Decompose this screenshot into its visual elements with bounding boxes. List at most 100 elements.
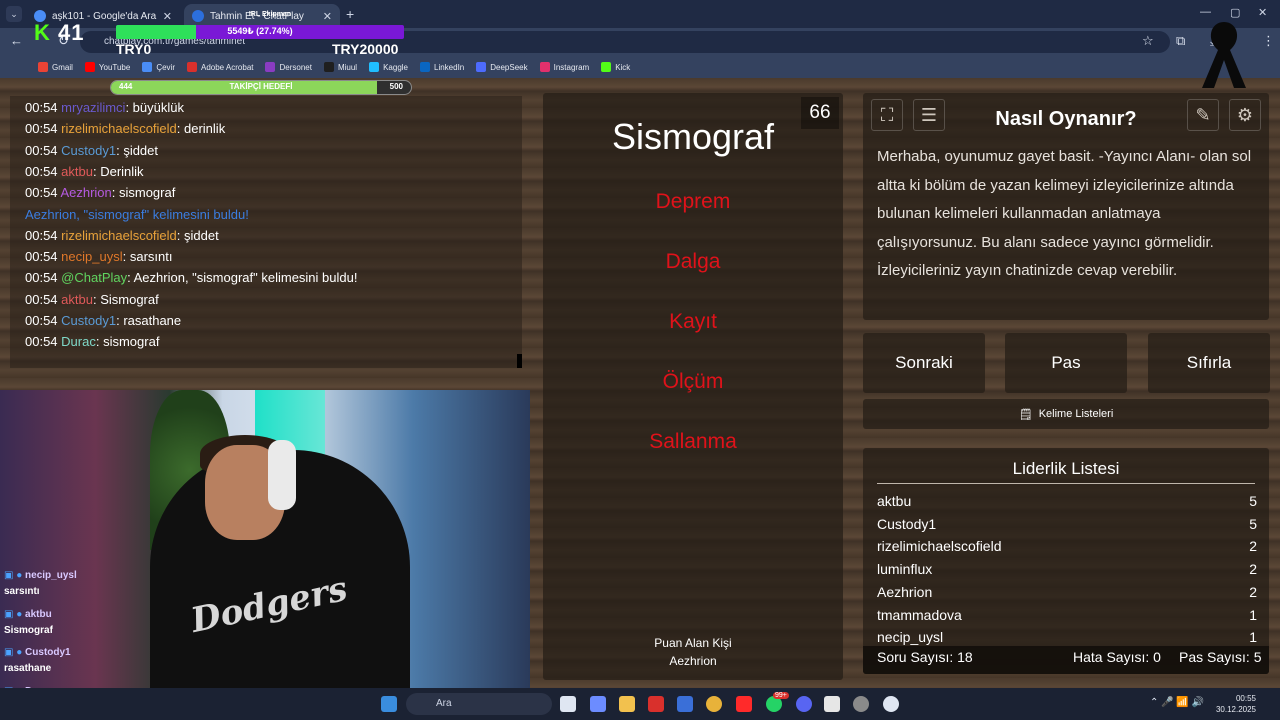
- donation-goal-text: 5549₺ (27.74%): [227, 26, 293, 36]
- youtube-icon[interactable]: [736, 696, 752, 712]
- chat-text: : derinlik: [176, 121, 226, 137]
- bookmark-item[interactable]: Adobe Acrobat: [187, 62, 253, 72]
- chat-text: : sismograf: [95, 334, 160, 350]
- bookmark-item[interactable]: Instagram: [539, 62, 590, 72]
- overlay-chat-username: necip_uysl: [25, 570, 77, 581]
- pass-count: Pas Sayısı: 5: [1179, 649, 1262, 665]
- chat-username[interactable]: Aezhrion, "sismograf" kelimesini buldu!: [25, 207, 249, 222]
- back-icon[interactable]: ←: [10, 33, 23, 48]
- bookmark-favicon-icon: [38, 62, 48, 72]
- minimize-icon[interactable]: —: [1200, 6, 1211, 18]
- how-to-play-text: Merhaba, oyunumuz gayet basit. -Yayıncı …: [877, 148, 1252, 279]
- chat-text: : şiddet: [116, 142, 159, 158]
- bookmark-item[interactable]: Çevir: [142, 62, 175, 72]
- extensions-icon[interactable]: ⧉: [1176, 33, 1185, 49]
- bookmark-label: Kick: [615, 62, 631, 72]
- bookmark-favicon-icon: [84, 62, 95, 72]
- bookmark-label: LinkedIn: [434, 62, 465, 72]
- new-tab-icon[interactable]: +: [346, 6, 354, 22]
- chat-username[interactable]: mryazilimci: [61, 100, 125, 115]
- bookmark-item[interactable]: Miuul: [323, 62, 357, 72]
- overlay-chat-message: Sismograf: [4, 624, 53, 636]
- forbidden-word: Dalga: [665, 250, 721, 273]
- pass-button[interactable]: Pas: [1005, 333, 1127, 393]
- tab-search-icon[interactable]: ⌄: [6, 6, 22, 22]
- chat-username[interactable]: Durac: [61, 334, 96, 349]
- player-score: 1: [1249, 629, 1257, 646]
- store-icon[interactable]: [677, 696, 693, 712]
- player-score: 5: [1249, 515, 1257, 532]
- close-tab-icon[interactable]: ✕: [163, 10, 172, 23]
- kick-logo: K 41: [34, 20, 85, 46]
- chat-message: 00:54 aktbu: Derinlik: [25, 164, 144, 179]
- chat-message: 00:54 rizelimichaelscofield: şiddet: [25, 228, 219, 243]
- leaderboard-row: Custody1 5: [877, 516, 1257, 536]
- bookmark-item[interactable]: YouTube: [84, 62, 131, 72]
- file-explorer-icon[interactable]: [619, 696, 635, 712]
- chat-username[interactable]: Aezhrion: [60, 185, 111, 200]
- overlay-chat-user: ▣ ● aktbu: [4, 609, 52, 620]
- chat-timestamp: 00:54: [25, 249, 58, 265]
- bookmark-item[interactable]: Kaggle: [369, 62, 408, 72]
- bookmark-item[interactable]: Kick: [601, 62, 630, 72]
- news-app-icon[interactable]: [648, 696, 664, 712]
- word-lists-button[interactable]: 🗒 Kelime Listeleri: [863, 399, 1269, 429]
- bookmark-label: Kaggle: [383, 62, 408, 72]
- bookmark-label: Dersonet: [279, 62, 312, 72]
- webcam-feed: Dodgers: [0, 390, 530, 688]
- chat-username[interactable]: Custody1: [61, 313, 116, 328]
- logo-letter: K: [34, 20, 51, 45]
- player-score: 5: [1249, 493, 1257, 509]
- discord-icon[interactable]: [796, 696, 812, 712]
- chat-username[interactable]: rizelimichaelscofield: [61, 121, 177, 136]
- bookmark-label: DeepSeek: [490, 62, 528, 72]
- chat-timestamp: 00:54: [25, 334, 58, 350]
- taskbar-search[interactable]: Ara: [406, 693, 552, 715]
- bookmark-favicon-icon: [420, 62, 430, 72]
- follower-goal-max: 500: [389, 82, 403, 91]
- player-score: 2: [1249, 583, 1257, 600]
- chat-username[interactable]: @ChatPlay: [61, 270, 127, 285]
- reset-button[interactable]: Sıfırla: [1148, 333, 1270, 393]
- copilot-icon[interactable]: [590, 696, 606, 712]
- forbidden-word: Deprem: [655, 190, 731, 213]
- chat-message: 00:54 Custody1: şiddet: [25, 143, 158, 158]
- next-button[interactable]: Sonraki: [863, 333, 985, 393]
- how-to-play-panel: ⛶ ☰ ✎ ⚙ Nasıl Oynanır? Merhaba, oyunumuz…: [863, 93, 1269, 320]
- notification-badge: 99+: [773, 692, 789, 699]
- donation-goal-bar: 5549₺ (27.74%): [116, 25, 404, 39]
- bookmark-label: Çevir: [156, 62, 175, 72]
- chat-username[interactable]: rizelimichaelscofield: [61, 228, 177, 243]
- bookmark-item[interactable]: Gmail: [38, 62, 73, 72]
- chat-text: : Aezhrion, "sismograf" kelimesini buldu…: [127, 270, 358, 286]
- menu-icon[interactable]: ⋮: [1262, 33, 1275, 49]
- bookmark-item[interactable]: Dersonet: [265, 62, 312, 72]
- start-icon[interactable]: [381, 696, 397, 712]
- bookmark-label: Instagram: [553, 62, 590, 72]
- chat-text: : büyüklük: [125, 100, 184, 115]
- chat-username[interactable]: Custody1: [61, 143, 116, 158]
- bookmark-label: Gmail: [52, 62, 73, 72]
- bookmark-favicon-icon: [142, 62, 153, 72]
- chat-username[interactable]: necip_uysl: [61, 249, 122, 264]
- system-tray-icons[interactable]: ⌃ 🎤 📶 🔊: [1150, 697, 1204, 708]
- taskbar-clock[interactable]: 00:55 30.12.2025: [1216, 693, 1256, 715]
- chrome-icon[interactable]: [706, 696, 722, 712]
- donation-current: TRY0: [116, 41, 152, 57]
- player-name: Custody1: [877, 515, 937, 532]
- scorer-label: Puan Alan Kişi: [654, 636, 732, 650]
- chat-username[interactable]: aktbu: [61, 164, 93, 179]
- cortana-icon[interactable]: [883, 696, 899, 712]
- bookmark-label: YouTube: [98, 62, 131, 72]
- task-view-icon[interactable]: [560, 696, 576, 712]
- chat-scrollbar[interactable]: [517, 354, 522, 368]
- bookmark-item[interactable]: LinkedIn: [420, 62, 464, 72]
- bookmark-favicon-icon: [476, 62, 487, 72]
- game-stats-bar: Soru Sayısı: 18 Hata Sayısı: 0 Pas Sayıs…: [863, 646, 1269, 674]
- close-window-icon[interactable]: ✕: [1258, 6, 1267, 19]
- capcut-icon[interactable]: [824, 696, 840, 712]
- obs-icon[interactable]: [853, 696, 869, 712]
- bookmark-item[interactable]: DeepSeek: [476, 62, 528, 72]
- chat-username[interactable]: aktbu: [61, 292, 93, 307]
- bookmark-star-icon[interactable]: ☆: [1142, 33, 1154, 49]
